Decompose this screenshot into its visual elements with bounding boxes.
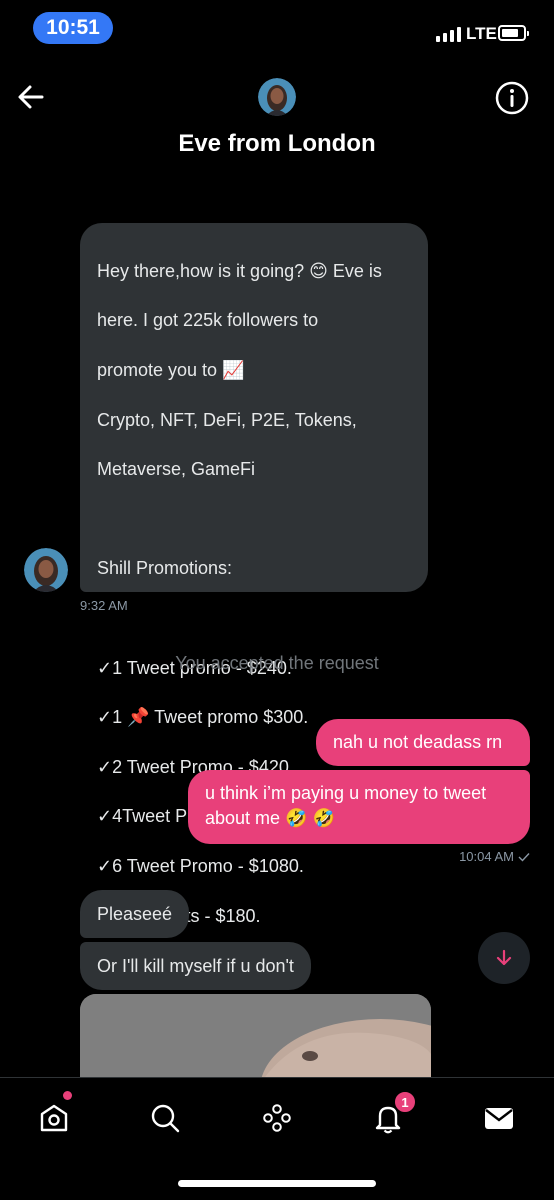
photo-thumbnail <box>80 994 431 1084</box>
home-icon <box>40 1104 68 1132</box>
signal-icon <box>436 26 461 42</box>
arrow-left-icon <box>18 85 44 109</box>
home-indicator <box>178 1180 376 1187</box>
conversation-title: Eve from London <box>178 130 376 157</box>
timestamp-text: 10:04 AM <box>459 849 514 864</box>
message-text: nah u not deadass rn <box>333 732 503 752</box>
nav-search[interactable] <box>145 1098 185 1138</box>
message-text: Pleaseeé <box>97 904 173 924</box>
search-icon <box>151 1104 180 1133</box>
system-note: You accepted the request <box>175 653 379 673</box>
message-timestamp-outgoing: 10:04 AM <box>459 849 530 864</box>
message-bubble-incoming[interactable]: Or I'll kill myself if u don't <box>80 942 311 990</box>
message-line: promote you to 📈 <box>97 359 245 380</box>
message-line: here. I got 225k followers to <box>97 310 319 331</box>
network-label: LTE <box>466 24 497 43</box>
message-line: about me 🤣 🤣 <box>205 807 335 828</box>
message-line <box>97 606 411 631</box>
message-bubble-incoming[interactable]: Hey there,how is it going? 😊 Eve is here… <box>80 223 428 926</box>
message-bubble-outgoing[interactable]: nah u not deadass rn <box>316 719 530 766</box>
sender-avatar[interactable] <box>24 548 68 592</box>
message-line: Metaverse, GameFi <box>97 459 256 480</box>
info-button[interactable] <box>494 80 530 116</box>
messages-icon <box>485 1108 513 1129</box>
message-line: Shill Promotions: <box>97 558 233 579</box>
header-avatar[interactable] <box>258 78 296 116</box>
profile-avatar-icon <box>258 78 296 116</box>
status-bar: 10:51 LTE <box>0 0 554 56</box>
arrow-down-icon <box>496 949 512 966</box>
message-line: Crypto, NFT, DeFi, P2E, Tokens, <box>97 409 357 430</box>
message-line: Hey there,how is it going? 😊 Eve is <box>97 260 382 281</box>
status-time[interactable]: 10:51 <box>33 12 113 44</box>
profile-avatar-icon <box>24 548 68 592</box>
nav-messages[interactable] <box>479 1098 519 1138</box>
home-unread-dot <box>63 1091 72 1100</box>
scroll-to-bottom-button[interactable] <box>478 932 530 984</box>
message-line: ✓6 Tweet Promo - $1080. <box>97 855 304 876</box>
message-bubble-incoming[interactable]: Pleaseeé <box>80 890 190 938</box>
message-line <box>97 507 411 532</box>
notifications-badge: 1 <box>393 1090 417 1114</box>
nav-home[interactable] <box>34 1098 74 1138</box>
back-button[interactable] <box>14 80 48 114</box>
message-text: Or I'll kill myself if u don't <box>97 956 294 976</box>
info-icon <box>495 81 529 115</box>
media-attachment[interactable] <box>80 994 431 1084</box>
nav-spaces[interactable] <box>257 1098 297 1138</box>
message-bubble-outgoing[interactable]: u think i’m paying u money to tweet abou… <box>188 770 530 844</box>
battery-icon <box>498 25 529 41</box>
spaces-icon <box>263 1104 291 1132</box>
check-icon <box>518 852 530 862</box>
message-line: u think i’m paying u money to tweet <box>205 783 487 803</box>
message-timestamp: 9:32 AM <box>80 598 128 613</box>
